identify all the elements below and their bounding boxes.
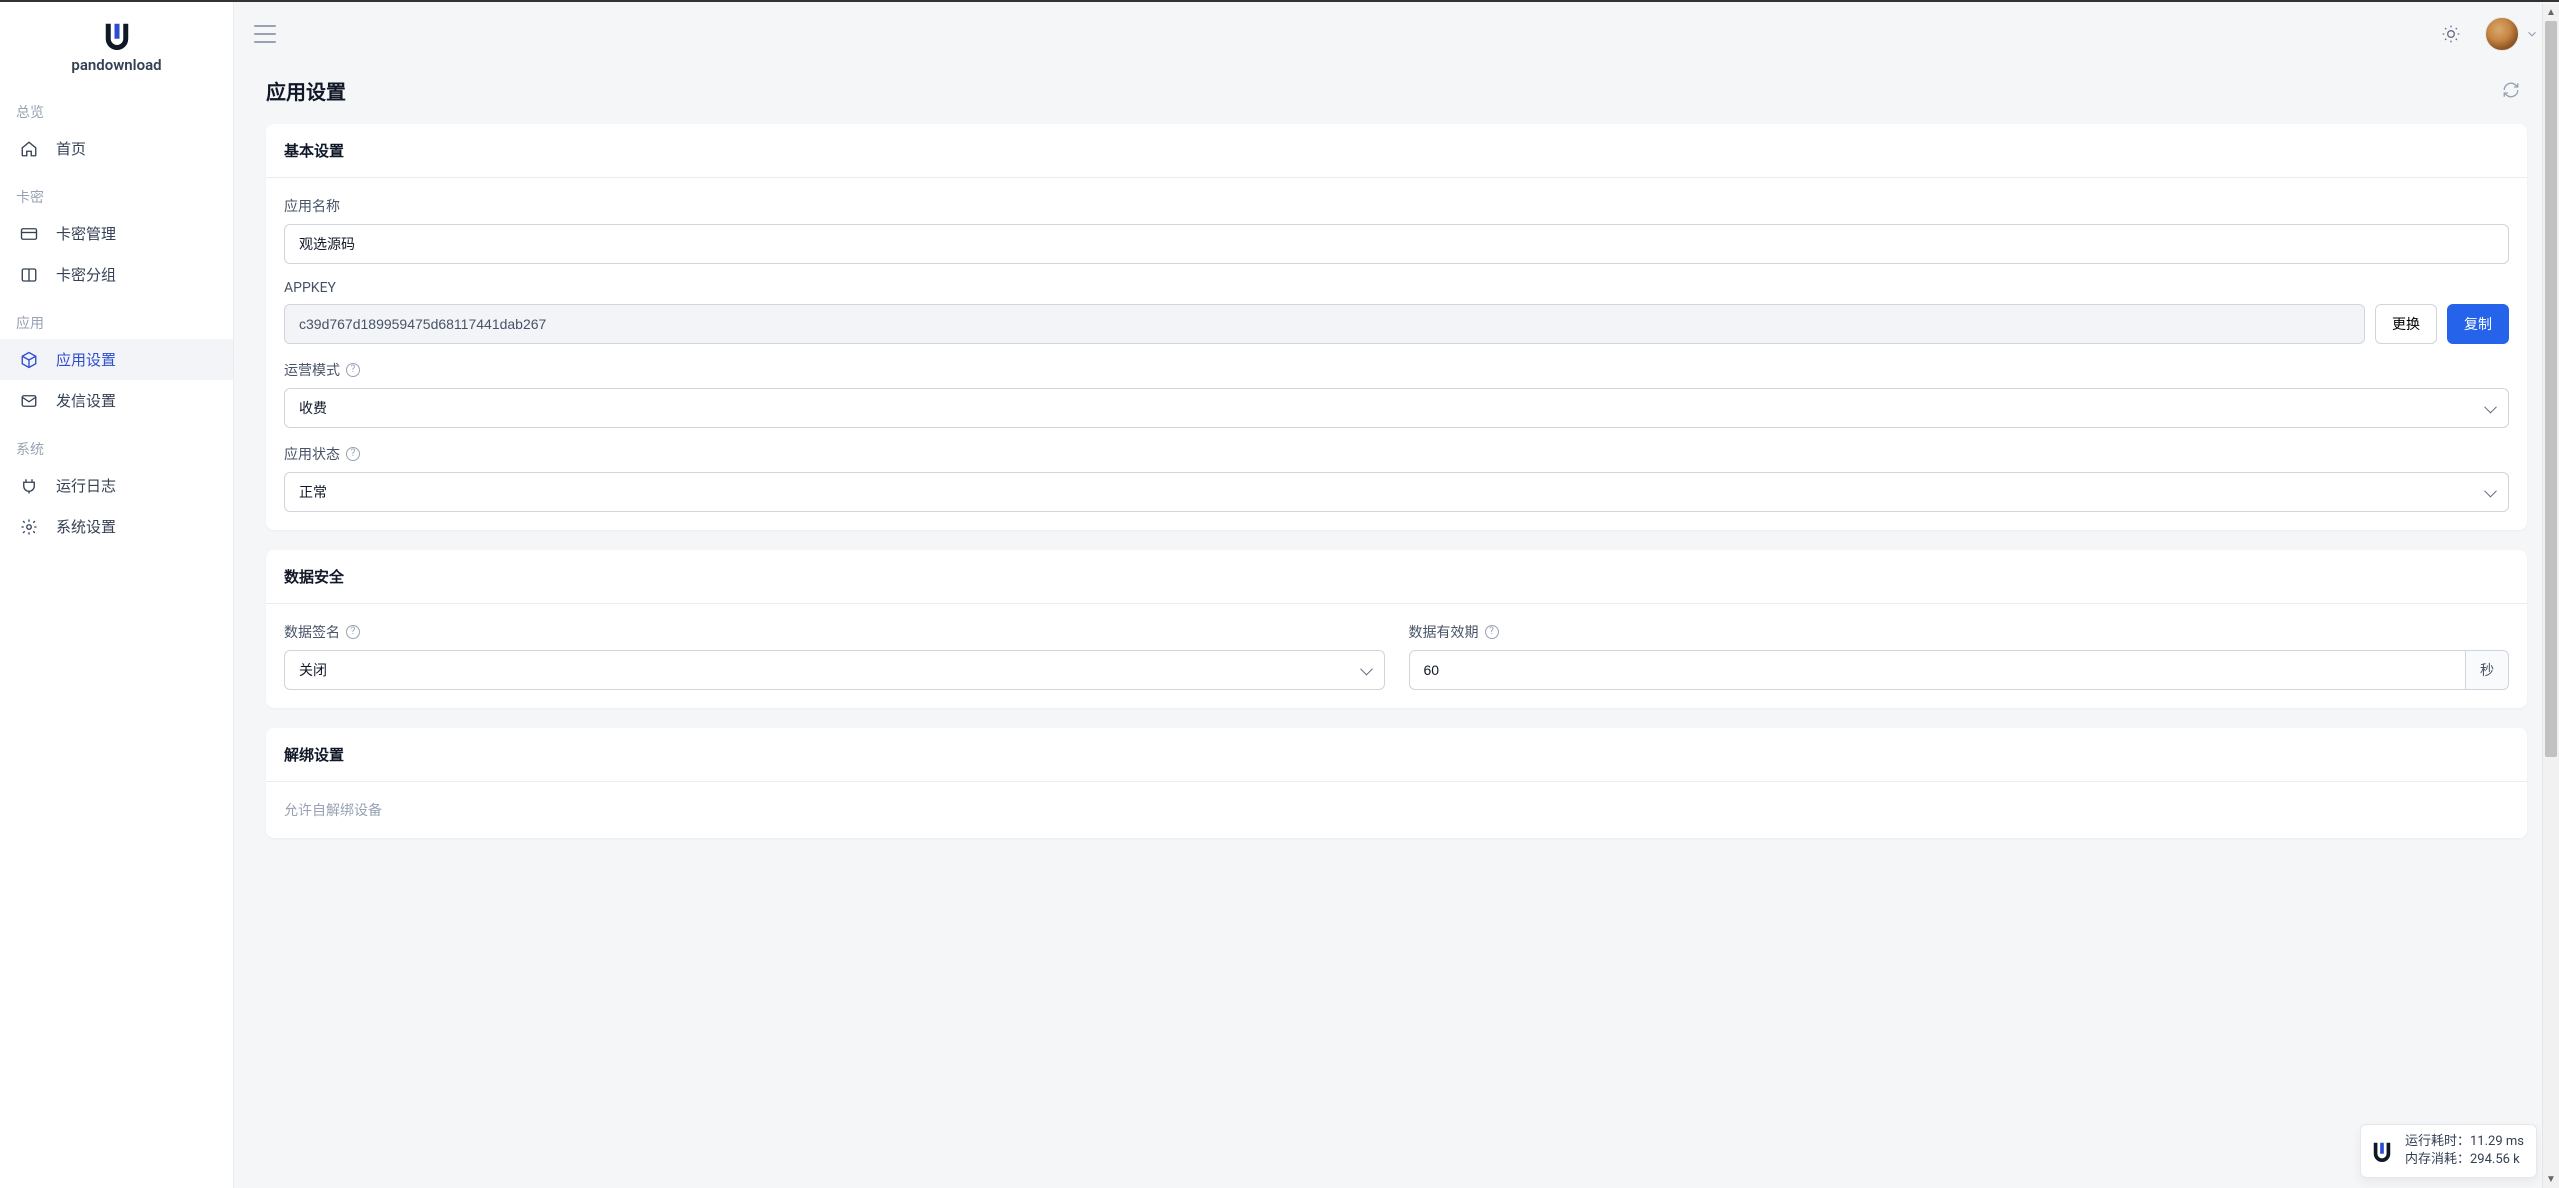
plug-icon (20, 477, 38, 495)
refresh-icon (2502, 81, 2520, 99)
brand-logo-icon (102, 20, 132, 50)
ttl-label-text: 数据有效期 (1409, 622, 1479, 642)
sidebar-item-label: 发信设置 (56, 390, 116, 411)
sidebar-section-app: 应用 应用设置 发信设置 (0, 295, 233, 421)
ttl-suffix: 秒 (2466, 650, 2509, 690)
sign-select[interactable]: 关闭 (284, 650, 1385, 690)
form-group-appname: 应用名称 (284, 196, 2509, 264)
sidebar-item-card-manage[interactable]: 卡密管理 (0, 213, 233, 254)
sun-icon (2441, 24, 2461, 44)
help-icon[interactable]: ? (346, 363, 360, 377)
page-header: 应用设置 (234, 66, 2559, 124)
scroll-thumb[interactable] (2545, 21, 2557, 757)
sidebar-item-home[interactable]: 首页 (0, 128, 233, 169)
sidebar-item-label: 运行日志 (56, 475, 116, 496)
sidebar-item-label: 卡密分组 (56, 264, 116, 285)
mode-label: 运营模式 ? (284, 360, 2509, 380)
help-icon[interactable]: ? (346, 447, 360, 461)
sign-label-text: 数据签名 (284, 622, 340, 642)
status-label-text: 应用状态 (284, 444, 340, 464)
sidebar: pandownload 总览 首页 卡密 卡密管理 卡密分组 应用 (0, 2, 234, 1188)
page-title: 应用设置 (266, 76, 346, 105)
mode-select[interactable]: 收费 (284, 388, 2509, 428)
sidebar-toggle-button[interactable] (254, 25, 276, 43)
sidebar-section-title: 总览 (0, 94, 233, 128)
ttl-label: 数据有效期 ? (1409, 622, 2510, 642)
status-select[interactable]: 正常 (284, 472, 2509, 512)
sidebar-item-app-settings[interactable]: 应用设置 (0, 339, 233, 380)
card-title: 数据安全 (266, 550, 2527, 604)
user-menu[interactable] (2485, 17, 2539, 51)
content: 基本设置 应用名称 APPKEY 更换 复制 (234, 124, 2559, 1188)
help-icon[interactable]: ? (1485, 625, 1499, 639)
card-basic-settings: 基本设置 应用名称 APPKEY 更换 复制 (266, 124, 2527, 530)
sidebar-section-title: 应用 (0, 305, 233, 339)
sidebar-section-title: 系统 (0, 431, 233, 465)
theme-toggle-button[interactable] (2433, 16, 2469, 52)
mode-label-text: 运营模式 (284, 360, 340, 380)
sidebar-item-label: 系统设置 (56, 516, 116, 537)
form-group-mode: 运营模式 ? 收费 (284, 360, 2509, 428)
topbar (234, 2, 2559, 66)
status-label: 应用状态 ? (284, 444, 2509, 464)
appname-input[interactable] (284, 224, 2509, 264)
sidebar-section-overview: 总览 首页 (0, 84, 233, 169)
form-group-ttl: 数据有效期 ? 秒 (1409, 622, 2510, 690)
appkey-label: APPKEY (284, 280, 2509, 296)
scroll-up-arrow-icon[interactable]: ▲ (2543, 4, 2559, 21)
sidebar-item-card-group[interactable]: 卡密分组 (0, 254, 233, 295)
chevron-down-icon (2525, 27, 2539, 41)
mail-icon (20, 392, 38, 410)
brand-name: pandownload (71, 56, 161, 74)
avatar (2485, 17, 2519, 51)
form-group-status: 应用状态 ? 正常 (284, 444, 2509, 512)
sidebar-item-label: 应用设置 (56, 349, 116, 370)
appname-label: 应用名称 (284, 196, 2509, 216)
sidebar-section-card: 卡密 卡密管理 卡密分组 (0, 169, 233, 295)
credit-card-icon (20, 225, 38, 243)
sidebar-section-system: 系统 运行日志 系统设置 (0, 421, 233, 547)
sidebar-item-label: 卡密管理 (56, 223, 116, 244)
sidebar-section-title: 卡密 (0, 179, 233, 213)
scroll-track[interactable] (2545, 21, 2557, 1171)
sidebar-item-system-settings[interactable]: 系统设置 (0, 506, 233, 547)
form-group-appkey: APPKEY 更换 复制 (284, 280, 2509, 344)
sidebar-item-label: 首页 (56, 138, 86, 159)
scroll-down-arrow-icon[interactable]: ▼ (2543, 1171, 2559, 1188)
gear-icon (20, 518, 38, 536)
home-icon (20, 140, 38, 158)
main: 应用设置 基本设置 应用名称 APPKEY (234, 2, 2559, 1188)
help-icon[interactable]: ? (346, 625, 360, 639)
columns-icon (20, 266, 38, 284)
card-title: 解绑设置 (266, 728, 2527, 782)
refresh-button[interactable] (2495, 74, 2527, 106)
ttl-input[interactable] (1409, 650, 2467, 690)
card-unbind-settings: 解绑设置 允许自解绑设备 (266, 728, 2527, 838)
debug-logo-icon (2369, 1138, 2395, 1164)
debug-line-memory: 内存消耗：294.56 k (2405, 1151, 2524, 1169)
form-group-sign: 数据签名 ? 关闭 (284, 622, 1385, 690)
sign-label: 数据签名 ? (284, 622, 1385, 642)
appkey-copy-button[interactable]: 复制 (2447, 304, 2509, 344)
form-group-allow-unbind: 允许自解绑设备 (284, 800, 2509, 820)
card-title: 基本设置 (266, 124, 2527, 178)
browser-scrollbar[interactable]: ▲ ▼ (2542, 4, 2559, 1188)
debug-line-runtime: 运行耗时：11.29 ms (2405, 1133, 2524, 1151)
debug-panel[interactable]: 运行耗时：11.29 ms 内存消耗：294.56 k (2360, 1124, 2537, 1178)
allow-unbind-label: 允许自解绑设备 (284, 800, 2509, 820)
box-icon (20, 351, 38, 369)
appkey-swap-button[interactable]: 更换 (2375, 304, 2437, 344)
appkey-input[interactable] (284, 304, 2365, 344)
sidebar-item-logs[interactable]: 运行日志 (0, 465, 233, 506)
sidebar-item-mail-settings[interactable]: 发信设置 (0, 380, 233, 421)
brand: pandownload (0, 2, 233, 84)
card-data-security: 数据安全 数据签名 ? 关闭 (266, 550, 2527, 708)
